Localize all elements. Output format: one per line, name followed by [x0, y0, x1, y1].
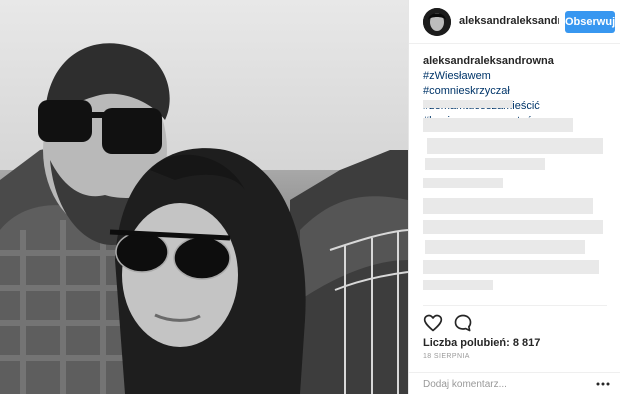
avatar[interactable] [423, 8, 451, 36]
caption-username[interactable]: aleksandraleksandrowna [423, 55, 554, 67]
post-header: aleksandraleksandrowna Obserwuj [409, 0, 620, 44]
hashtag-link[interactable]: #zWiesławem [423, 70, 491, 82]
follow-button[interactable]: Obserwuj [565, 11, 615, 33]
more-options-icon[interactable] [595, 376, 611, 392]
post-date[interactable]: 18 SIERPNIA [423, 353, 470, 360]
comment-input[interactable] [421, 375, 585, 394]
hashtag-link[interactable]: #comnieskrzyczał [423, 85, 510, 97]
username-link[interactable]: aleksandraleksandrowna [459, 15, 559, 27]
photo-image [0, 0, 408, 394]
divider [423, 305, 607, 306]
post-sidebar: aleksandraleksandrowna Obserwuj aleksand… [408, 0, 620, 394]
blurred-comments [423, 98, 613, 298]
comment-bubble-icon[interactable] [453, 313, 473, 333]
likes-count[interactable]: Liczba polubień: 8 817 [423, 337, 540, 349]
heart-icon[interactable] [423, 313, 443, 333]
comment-bar [409, 372, 620, 394]
instagram-post: aleksandraleksandrowna Obserwuj aleksand… [0, 0, 620, 394]
post-photo[interactable] [0, 0, 408, 394]
avatar-image [423, 8, 451, 36]
